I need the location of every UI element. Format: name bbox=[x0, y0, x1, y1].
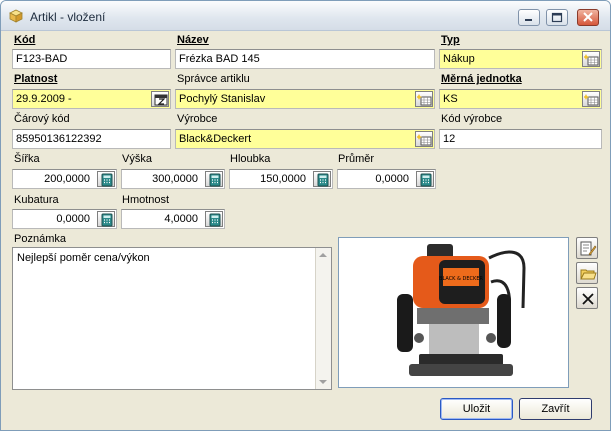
carovy-kod-label: Čárový kód bbox=[14, 113, 70, 125]
prumer-value: 0,0000 bbox=[375, 173, 409, 185]
vyska-label: Výška bbox=[122, 153, 152, 165]
picker-icon bbox=[584, 54, 599, 66]
calculator-icon bbox=[317, 173, 329, 187]
kod-label: Kód bbox=[14, 34, 36, 46]
picker-icon bbox=[417, 134, 432, 146]
poznamka-scrollbar[interactable] bbox=[315, 248, 331, 389]
kubatura-label: Kubatura bbox=[14, 194, 59, 206]
spravce-value: Pochylý Stanislav bbox=[179, 93, 266, 105]
typ-picker-button[interactable] bbox=[582, 51, 600, 67]
calendar-icon bbox=[154, 94, 168, 106]
kod-vyrobce-label: Kód výrobce bbox=[441, 113, 503, 125]
delete-icon bbox=[582, 293, 594, 305]
platnost-calendar-button[interactable] bbox=[151, 91, 169, 107]
scroll-down-icon[interactable] bbox=[319, 380, 327, 384]
hloubka-label: Hloubka bbox=[230, 153, 271, 165]
spravce-field[interactable]: Pochylý Stanislav bbox=[175, 89, 435, 109]
prumer-calculator-button[interactable] bbox=[416, 171, 434, 187]
form-area: Kód F123-BAD Název Frézka BAD 145 Typ Ná… bbox=[1, 32, 610, 430]
spravce-label: Správce artiklu bbox=[177, 73, 250, 85]
calculator-icon bbox=[420, 173, 432, 187]
scroll-up-icon[interactable] bbox=[319, 253, 327, 257]
hmotnost-calculator-button[interactable] bbox=[205, 211, 223, 227]
platnost-label: Platnost bbox=[14, 73, 58, 85]
minimize-button[interactable] bbox=[518, 9, 540, 26]
kubatura-value: 0,0000 bbox=[56, 213, 90, 225]
prumer-label: Průměr bbox=[338, 153, 375, 165]
kubatura-field[interactable]: 0,0000 bbox=[12, 209, 117, 229]
typ-value: Nákup bbox=[443, 53, 475, 65]
platnost-value: 29.9.2009 - bbox=[16, 93, 72, 105]
poznamka-value: Nejlepší poměr cena/výkon bbox=[17, 252, 150, 264]
open-image-button[interactable] bbox=[576, 262, 598, 284]
hloubka-value: 150,0000 bbox=[260, 173, 306, 185]
kubatura-calculator-button[interactable] bbox=[97, 211, 115, 227]
mj-picker-button[interactable] bbox=[582, 91, 600, 107]
vyrobce-picker-button[interactable] bbox=[415, 131, 433, 147]
close-icon bbox=[583, 12, 593, 22]
kod-field[interactable]: F123-BAD bbox=[12, 49, 171, 69]
sirka-value: 200,0000 bbox=[44, 173, 90, 185]
typ-field[interactable]: Nákup bbox=[439, 49, 602, 69]
hmotnost-value: 4,0000 bbox=[164, 213, 198, 225]
picker-icon bbox=[584, 94, 599, 106]
vyrobce-label: Výrobce bbox=[177, 113, 218, 125]
router-product-image: BLACK & DECKER bbox=[379, 238, 527, 387]
close-dialog-button[interactable]: Zavřít bbox=[519, 398, 592, 420]
nazev-field[interactable]: Frézka BAD 145 bbox=[175, 49, 435, 69]
brand-text: BLACK & DECKER bbox=[439, 276, 483, 282]
poznamka-textarea[interactable]: Nejlepší poměr cena/výkon bbox=[12, 247, 332, 390]
edit-image-button[interactable] bbox=[576, 237, 598, 259]
maximize-icon bbox=[551, 12, 563, 23]
product-image-frame: BLACK & DECKER bbox=[338, 237, 569, 388]
vyska-value: 300,0000 bbox=[152, 173, 198, 185]
hloubka-field[interactable]: 150,0000 bbox=[229, 169, 333, 189]
hmotnost-field[interactable]: 4,0000 bbox=[121, 209, 225, 229]
typ-label: Typ bbox=[441, 34, 460, 46]
vyrobce-field[interactable]: Black&Deckert bbox=[175, 129, 435, 149]
box-icon bbox=[9, 9, 23, 23]
picker-icon bbox=[417, 94, 432, 106]
hmotnost-label: Hmotnost bbox=[122, 194, 170, 206]
mj-label: Měrná jednotka bbox=[441, 73, 522, 85]
close-button[interactable] bbox=[577, 9, 599, 26]
calculator-icon bbox=[101, 213, 113, 227]
edit-image-icon bbox=[580, 241, 597, 256]
kod-vyrobce-field[interactable]: 12 bbox=[439, 129, 602, 149]
spravce-picker-button[interactable] bbox=[415, 91, 433, 107]
poznamka-label: Poznámka bbox=[14, 233, 66, 245]
carovy-kod-field[interactable]: 85950136122392 bbox=[12, 129, 171, 149]
vyska-calculator-button[interactable] bbox=[205, 171, 223, 187]
minimize-icon bbox=[525, 19, 532, 21]
calculator-icon bbox=[101, 173, 113, 187]
window-title: Artikl - vložení bbox=[30, 10, 106, 24]
sirka-field[interactable]: 200,0000 bbox=[12, 169, 117, 189]
open-folder-icon bbox=[580, 269, 597, 280]
calculator-icon bbox=[209, 173, 221, 187]
maximize-button[interactable] bbox=[546, 9, 568, 26]
platnost-field[interactable]: 29.9.2009 - bbox=[12, 89, 171, 109]
save-button[interactable]: Uložit bbox=[440, 398, 513, 420]
dialog-window: Artikl - vložení Kód F123-BAD Název Fréz… bbox=[0, 0, 611, 431]
delete-image-button[interactable] bbox=[576, 287, 598, 309]
vyrobce-value: Black&Deckert bbox=[179, 133, 252, 145]
prumer-field[interactable]: 0,0000 bbox=[337, 169, 436, 189]
nazev-label: Název bbox=[177, 34, 209, 46]
hloubka-calculator-button[interactable] bbox=[313, 171, 331, 187]
vyska-field[interactable]: 300,0000 bbox=[121, 169, 225, 189]
sirka-calculator-button[interactable] bbox=[97, 171, 115, 187]
calculator-icon bbox=[209, 213, 221, 227]
mj-field[interactable]: KS bbox=[439, 89, 602, 109]
sirka-label: Šířka bbox=[14, 153, 40, 165]
mj-value: KS bbox=[443, 93, 458, 105]
title-bar[interactable]: Artikl - vložení bbox=[1, 1, 610, 31]
